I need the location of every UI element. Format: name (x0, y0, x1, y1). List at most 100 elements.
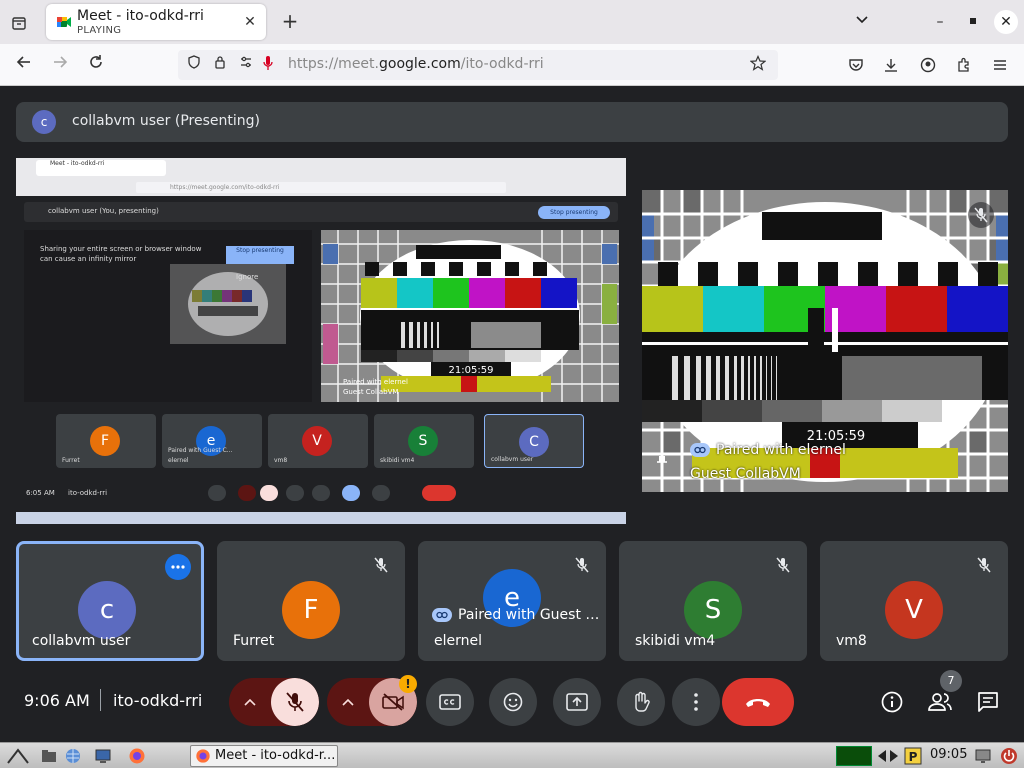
downloads-icon[interactable] (880, 54, 902, 76)
back-icon[interactable] (12, 53, 36, 77)
tab-title: Meet - ito-odkd-rri (77, 8, 204, 24)
reactions-button[interactable] (489, 678, 537, 726)
participant-name: skibidi vm4 (635, 633, 716, 649)
globe-icon[interactable] (64, 747, 82, 765)
minimize-window-icon[interactable]: – (928, 10, 952, 34)
power-icon[interactable] (1000, 747, 1018, 765)
shared-warning-text: Sharing your entire screen or browser wi… (40, 245, 202, 263)
p-indicator-icon[interactable]: P (904, 747, 922, 765)
display-icon[interactable] (974, 747, 992, 765)
lock-icon[interactable] (210, 55, 230, 75)
tab-list-icon[interactable] (8, 12, 30, 34)
pocket-icon[interactable] (845, 54, 867, 76)
firefox-launcher-icon[interactable] (128, 747, 146, 765)
video-options-button[interactable] (327, 678, 369, 726)
extensions-icon[interactable] (953, 54, 975, 76)
close-window-icon[interactable]: ✕ (994, 10, 1018, 34)
reload-icon[interactable] (84, 53, 108, 77)
emoji-icon (503, 692, 523, 712)
chat-button[interactable] (974, 688, 1002, 716)
new-tab-icon[interactable]: + (279, 10, 301, 32)
present-screen-button[interactable] (553, 678, 601, 726)
camera-warning-badge[interactable]: ! (399, 675, 417, 693)
shared-infinity-mirror: Sharing your entire screen or browser wi… (24, 230, 312, 402)
shared-time: 6:05 AM (26, 489, 55, 497)
paired-text: Paired with Guest CollabVM (458, 607, 604, 623)
more-options-icon[interactable] (165, 554, 191, 580)
participant-name: Furret (233, 633, 275, 649)
captions-button[interactable] (426, 678, 474, 726)
shared-presenting-bar: collabvm user (You, presenting) Stop pre… (24, 202, 618, 222)
shared-tile-name: collabvm user (491, 456, 534, 463)
hang-up-icon (746, 699, 770, 707)
shared-tile-collabvm: C collabvm user (484, 414, 584, 468)
people-icon (928, 693, 952, 711)
audio-options-button[interactable] (229, 678, 271, 726)
shared-tile-skibidi: S skibidi vm4 (374, 414, 474, 468)
participant-count-badge: 7 (940, 670, 962, 692)
tab-close-icon[interactable]: ✕ (242, 14, 258, 30)
shared-tile-vm8: V vm8 (268, 414, 368, 468)
unmute-microphone-button[interactable] (271, 678, 319, 726)
paired-indicator: Paired with elernel (690, 442, 846, 458)
app-menu-icon[interactable] (989, 54, 1011, 76)
people-button[interactable] (926, 688, 954, 716)
leave-call-button[interactable] (722, 678, 794, 726)
maximize-window-icon[interactable] (961, 10, 985, 34)
meeting-details-button[interactable] (878, 688, 906, 716)
remote-video-tile[interactable]: 21:05:59 Paired with elernel Guest Colla… (642, 190, 1008, 492)
account-icon[interactable] (917, 54, 939, 76)
participant-name: vm8 (836, 633, 867, 649)
presenting-banner: c collabvm user (Presenting) (16, 102, 1008, 142)
os-taskbar: Meet - ito-odkd-r... P 09:05 (0, 742, 1024, 768)
shared-tile-name: Furret (62, 457, 80, 464)
tracking-protection-shield-icon[interactable] (184, 55, 204, 75)
mirror-thumbnail (170, 264, 286, 344)
participant-tile-vm8[interactable]: V vm8 (820, 541, 1008, 661)
file-manager-icon[interactable] (40, 747, 58, 765)
meeting-time: 9:06 AM (24, 691, 90, 710)
avatar: C (519, 427, 549, 457)
paired-indicator: Paired with Guest CollabVM (432, 607, 604, 623)
participant-tile-collabvm-user[interactable]: c collabvm user (16, 541, 204, 661)
participant-tile-furret[interactable]: F Furret (217, 541, 405, 661)
participant-name: elernel (434, 633, 483, 649)
raise-hand-button[interactable] (617, 678, 665, 726)
desktop-icon[interactable] (94, 747, 112, 765)
browser-nav-bar: https://meet.google.com/ito-odkd-rri (0, 44, 1024, 86)
shared-screen[interactable]: Meet - ito-odkd-rri https://meet.google.… (16, 158, 626, 524)
shared-ctrl (260, 485, 278, 501)
shared-tile-name: vm8 (274, 457, 288, 464)
camera-off-icon (382, 693, 404, 711)
url-text[interactable]: https://meet.google.com/ito-odkd-rri (288, 56, 544, 72)
link-icon (690, 443, 710, 457)
permissions-icon[interactable] (236, 55, 256, 75)
shared-meet: collabvm user (You, presenting) Stop pre… (16, 196, 626, 512)
forward-icon[interactable] (48, 53, 72, 77)
browser-tab-meet[interactable]: Meet - ito-odkd-rri PLAYING ✕ (46, 4, 266, 40)
shared-tile-elernel: e Paired with Guest C... elernel (162, 414, 262, 468)
muted-mic-icon (972, 553, 996, 577)
more-vert-icon (694, 693, 698, 711)
start-menu-icon[interactable] (6, 747, 30, 765)
participant-tile-elernel[interactable]: e Paired with Guest CollabVM elernel (418, 541, 606, 661)
info-icon (881, 691, 903, 713)
participant-name: collabvm user (32, 633, 131, 649)
tab-overflow-chevron-icon[interactable] (850, 10, 874, 34)
avatar: F (90, 426, 120, 456)
shared-presenting-text: collabvm user (You, presenting) (48, 207, 159, 215)
muted-mic-icon (771, 553, 795, 577)
shared-taskbar (16, 512, 626, 524)
taskbar-clock: 09:05 (930, 747, 968, 762)
presenting-text: collabvm user (Presenting) (72, 113, 260, 129)
bookmark-star-icon[interactable] (748, 55, 768, 75)
url-bar[interactable]: https://meet.google.com/ito-odkd-rri (178, 50, 778, 80)
microphone-active-icon[interactable] (258, 55, 278, 75)
svg-text:21:05:59: 21:05:59 (449, 365, 494, 376)
network-arrows-icon[interactable] (876, 747, 900, 765)
shared-stop-presenting-button-2: Stop presenting (226, 246, 294, 264)
shared-ignore-button: Ignore (236, 273, 259, 281)
more-options-button[interactable] (672, 678, 720, 726)
participant-tile-skibidi-vm4[interactable]: S skibidi vm4 (619, 541, 807, 661)
taskbar-firefox-window[interactable]: Meet - ito-odkd-r... (190, 745, 338, 767)
